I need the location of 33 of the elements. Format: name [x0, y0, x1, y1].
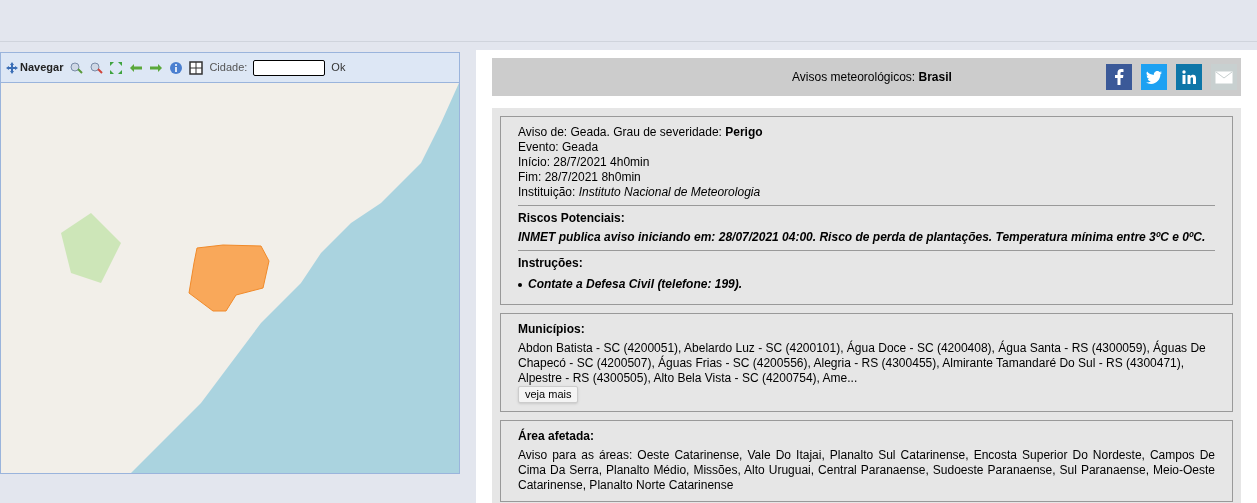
show-more-button[interactable]: veja mais — [518, 386, 579, 403]
bullet-icon — [518, 282, 522, 287]
warning-detail: Instituição: Instituto Nacional de Meteorologia — [518, 185, 762, 200]
ok-button[interactable]: Ok — [331, 59, 346, 76]
full-extent-icon[interactable] — [109, 60, 124, 75]
municipalities-text: Abdon Batista - SC (4200051), Abelardo Luz - SC (4200101), Água Doce - SC (4200408), Água Santa - RS (4300059), Águas De Chapecó - SC (4200507), Águas Frias - SC (4200556), Alegria - RS (4300455), Almirante Tamandaré Do Sul - RS (4300471), Alpestre - RS (4300505), Alto Bela Vista - SC (4200754), Ame... — [518, 341, 1207, 386]
envelope-icon — [1215, 70, 1233, 84]
zoom-in-icon[interactable] — [69, 60, 84, 75]
bird-icon — [1146, 70, 1162, 84]
city-label: Cidade: — [209, 60, 248, 76]
linkedin-icon — [1182, 70, 1196, 84]
warning-detail: Aviso de: Geada. Grau de severidade: Perigo — [518, 125, 764, 140]
facebook-share-button[interactable] — [1106, 64, 1132, 90]
facebook-icon — [1114, 69, 1124, 85]
affected-area-title: Área afetada: — [518, 429, 596, 444]
city-input[interactable] — [253, 59, 326, 76]
zoom-out-icon[interactable] — [89, 60, 104, 75]
move-icon — [6, 61, 18, 74]
warning-detail: Fim: 28/7/2021 8h0min — [518, 170, 642, 185]
instructions-title: Instruções: — [518, 256, 584, 271]
grid-icon[interactable] — [189, 60, 204, 75]
info-icon[interactable] — [169, 60, 184, 75]
risks-text: INMET publica aviso iniciando em: 28/07/2021 04:00. Risco de perda de plantações. Temperatura mínima entre 3ºC e 0ºC. — [518, 230, 1207, 245]
navigate-button[interactable]: Navegar — [6, 59, 64, 76]
linkedin-share-button[interactable] — [1176, 64, 1202, 90]
header-title: Avisos meteorológicos: Brasil — [792, 69, 953, 86]
warning-detail: Início: 28/7/2021 4h0min — [518, 155, 651, 170]
risks-title: Riscos Potenciais: — [518, 211, 626, 226]
instruction-text: Contate a Defesa Civil (telefone: 199). — [528, 277, 743, 292]
warning-detail: Evento: Geada — [518, 140, 600, 155]
affected-area-text: Aviso para as áreas: Oeste Catarinense, Vale Do Itajai, Planalto Sul Catarinense, Encosta Superior Do Nordeste, Campos De Cima Da Serra, Planalto Médio, Missões, Alto Uruguai, Central Paranaense, Sudoeste Paranaense, Sul Paranaense, Meio-Oeste Catarinense, Planalto Norte Catarinense — [518, 448, 1215, 493]
municipalities-title: Municípios: — [518, 322, 586, 337]
twitter-share-button[interactable] — [1141, 64, 1167, 90]
